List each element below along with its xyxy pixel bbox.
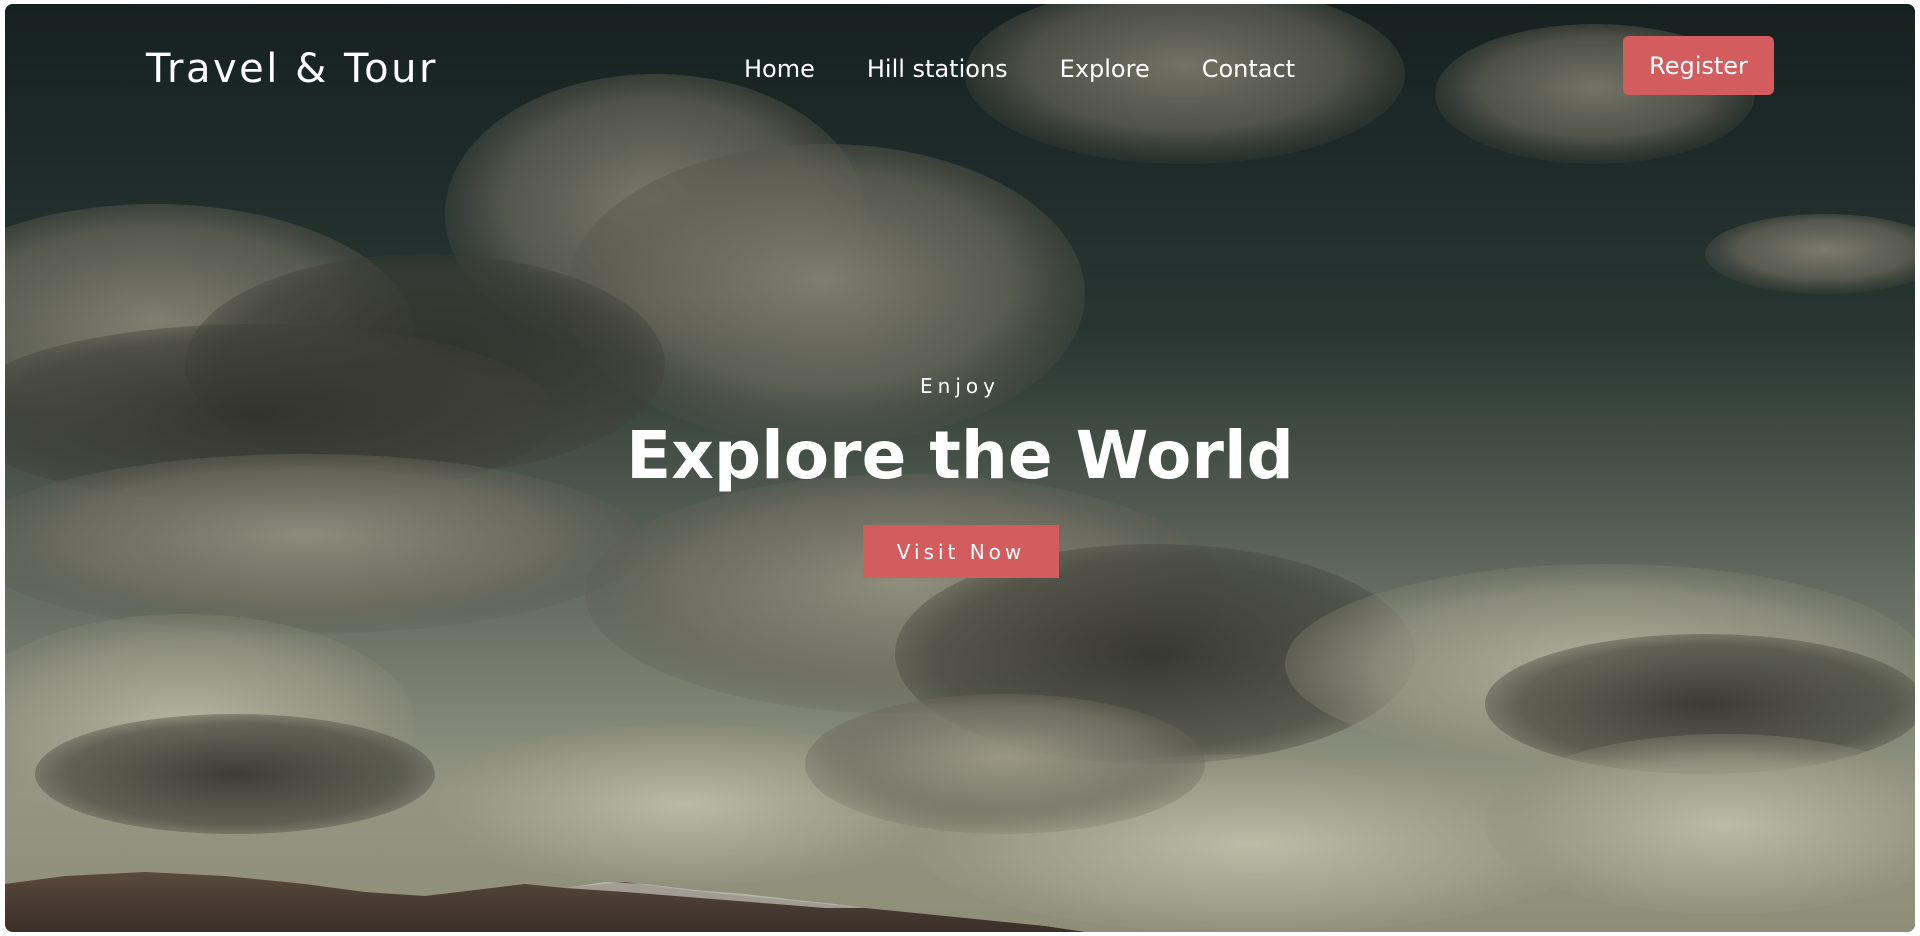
hero-section: Travel & Tour Home Hill stations Explore…	[5, 4, 1915, 932]
nav-link-hill-stations[interactable]: Hill stations	[867, 52, 1008, 86]
hero-headline: Explore the World	[626, 417, 1294, 494]
nav-link-explore[interactable]: Explore	[1060, 52, 1150, 86]
nav-links: Home Hill stations Explore Contact	[744, 52, 1295, 86]
hero-eyebrow: Enjoy	[920, 374, 1000, 398]
site-logo[interactable]: Travel & Tour	[146, 44, 438, 94]
navbar: Travel & Tour Home Hill stations Explore…	[5, 4, 1915, 134]
nav-link-contact[interactable]: Contact	[1202, 52, 1295, 86]
nav-link-home[interactable]: Home	[744, 52, 815, 86]
visit-now-button[interactable]: Visit Now	[863, 525, 1059, 578]
register-button[interactable]: Register	[1623, 36, 1774, 95]
